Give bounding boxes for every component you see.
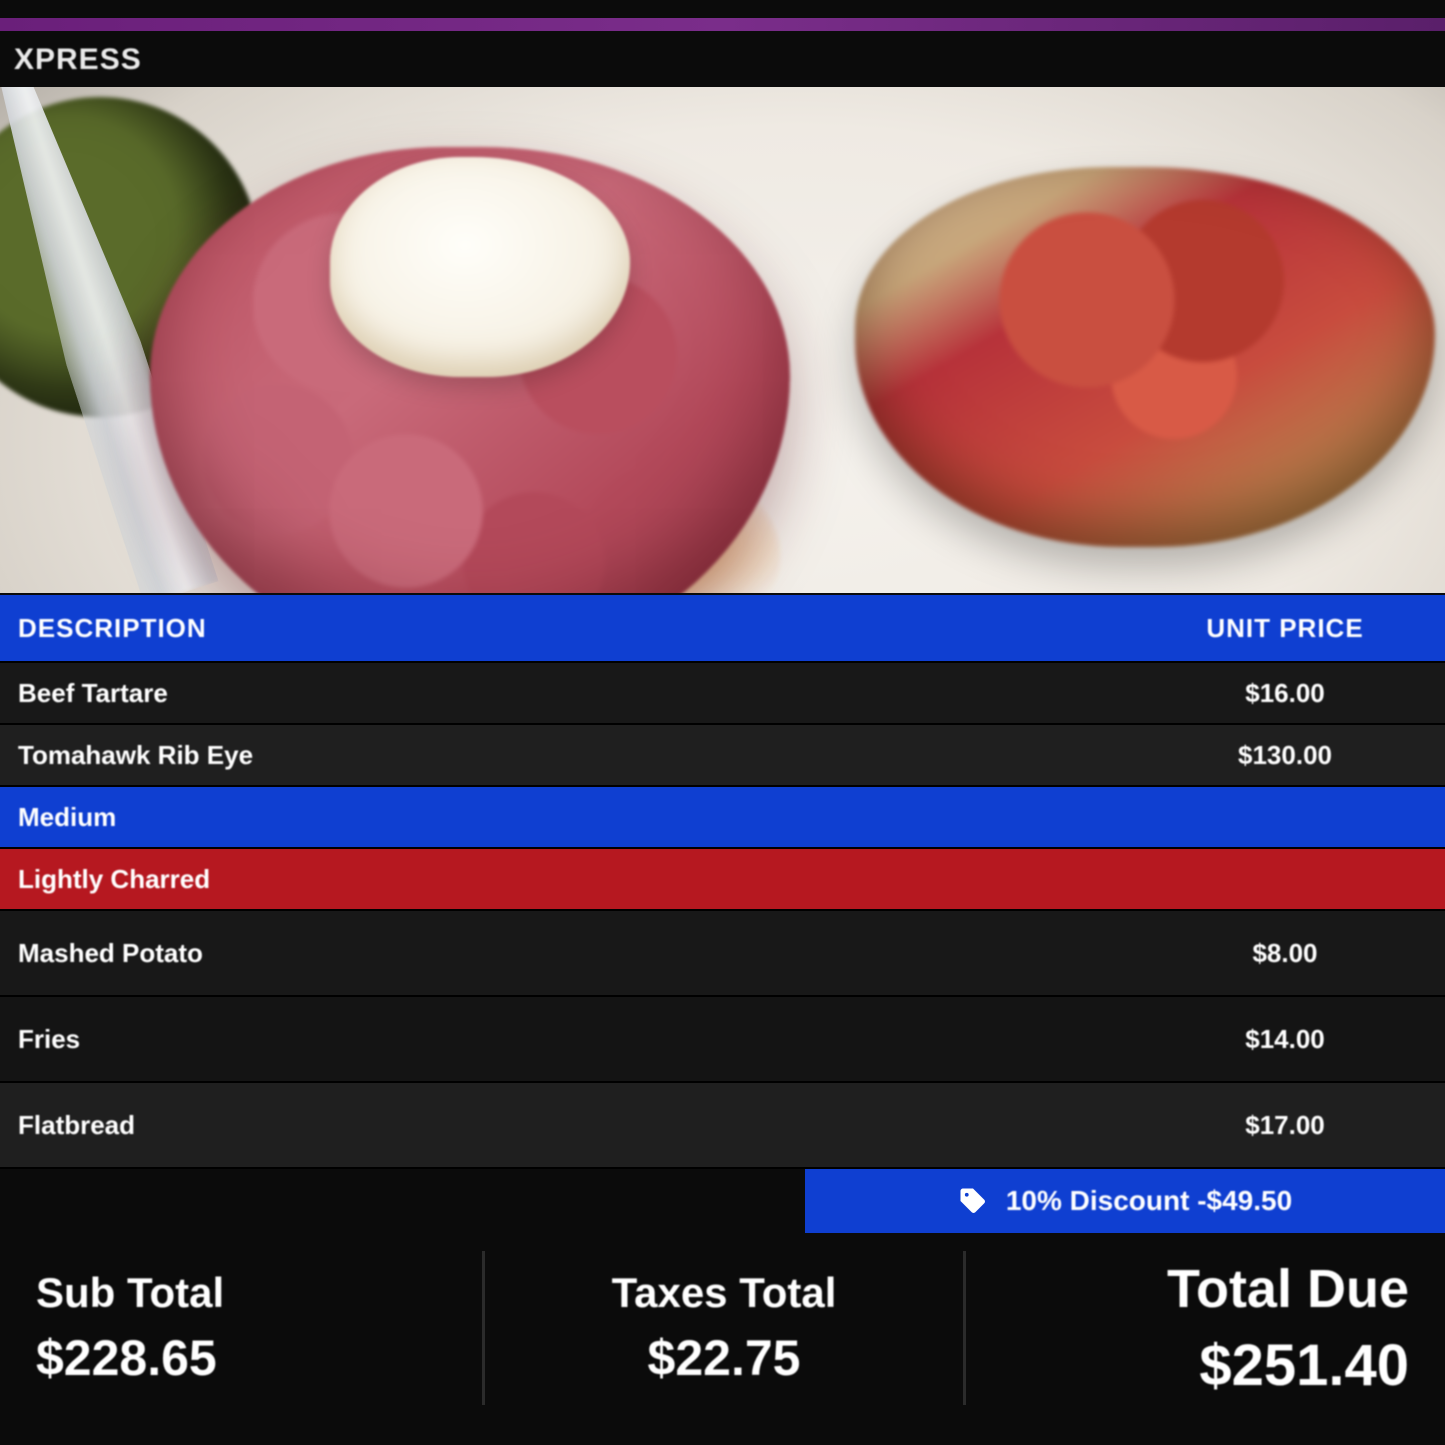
totaldue-cell: Total Due $251.40 [963, 1251, 1445, 1405]
discount-row: 10% Discount -$49.50 [0, 1167, 1445, 1233]
totaldue-value: $251.40 [1199, 1332, 1409, 1399]
egg-graphic [330, 157, 630, 377]
order-row-desc: Mashed Potato [0, 938, 1125, 969]
hero-food-image [0, 87, 1445, 594]
order-row: Lightly Charred [0, 847, 1445, 909]
order-row-desc: Lightly Charred [0, 864, 1125, 895]
taxes-value: $22.75 [648, 1329, 801, 1387]
order-row: Medium [0, 785, 1445, 847]
col-description-header: DESCRIPTION [0, 613, 1125, 644]
order-row: Beef Tartare$16.00 [0, 661, 1445, 723]
order-table-header: DESCRIPTION UNIT PRICE [0, 595, 1445, 661]
discount-banner: 10% Discount -$49.50 [805, 1169, 1445, 1233]
window-titlebar [0, 18, 1445, 31]
totals-bar: Sub Total $228.65 Taxes Total $22.75 Tot… [0, 1251, 1445, 1405]
order-row-desc: Beef Tartare [0, 678, 1125, 709]
taxes-cell: Taxes Total $22.75 [482, 1251, 964, 1405]
order-row-desc: Flatbread [0, 1110, 1125, 1141]
subtotal-value: $228.65 [36, 1329, 482, 1387]
totaldue-label: Total Due [1167, 1258, 1409, 1320]
order-row: Tomahawk Rib Eye$130.00 [0, 723, 1445, 785]
taxes-label: Taxes Total [612, 1269, 837, 1317]
order-row: Flatbread$17.00 [0, 1081, 1445, 1167]
order-row: Fries$14.00 [0, 995, 1445, 1081]
order-table: DESCRIPTION UNIT PRICE Beef Tartare$16.0… [0, 595, 1445, 1233]
subtotal-cell: Sub Total $228.65 [0, 1251, 482, 1405]
pos-customer-display: XPRESS DESCRIPTION UNIT PRICE Beef Tarta… [0, 0, 1445, 1445]
tag-icon [958, 1186, 988, 1216]
order-row-price: $16.00 [1125, 678, 1445, 709]
order-row-desc: Fries [0, 1024, 1125, 1055]
order-row-price: $130.00 [1125, 740, 1445, 771]
order-row-price: $14.00 [1125, 1024, 1445, 1055]
subtotal-label: Sub Total [36, 1269, 482, 1317]
order-row-price: $8.00 [1125, 938, 1445, 969]
order-row-desc: Medium [0, 802, 1125, 833]
discount-text: 10% Discount -$49.50 [1006, 1185, 1292, 1217]
brand-label: XPRESS [0, 37, 1445, 87]
order-row-price: $17.00 [1125, 1110, 1445, 1141]
order-row: Mashed Potato$8.00 [0, 909, 1445, 995]
col-unitprice-header: UNIT PRICE [1125, 613, 1445, 644]
order-row-desc: Tomahawk Rib Eye [0, 740, 1125, 771]
